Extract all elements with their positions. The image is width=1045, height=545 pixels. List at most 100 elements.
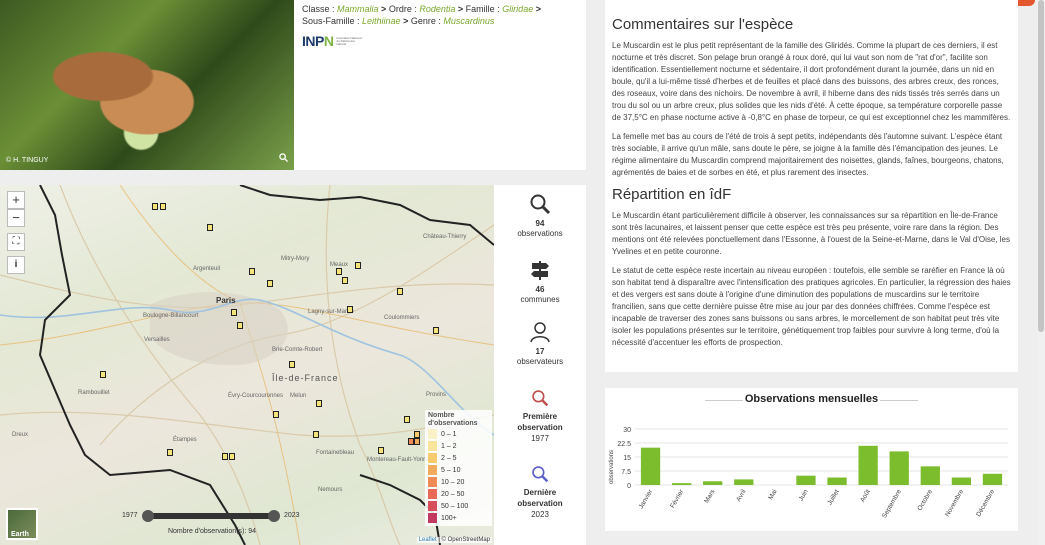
bar <box>640 447 661 485</box>
legend-label: 20 – 50 <box>441 490 465 498</box>
sousfamille-link[interactable]: Leithiinae <box>362 16 401 26</box>
observation-square[interactable] <box>249 268 255 275</box>
observateurs-label: observateurs <box>516 357 564 366</box>
legend-swatch <box>428 429 437 439</box>
derniere-year: 2023 <box>531 510 549 519</box>
legend-row: 0 – 1 <box>428 428 489 440</box>
y-tick-label: 22.5 <box>617 441 631 448</box>
earth-layer-button[interactable]: Earth <box>6 508 38 540</box>
city-label: Montereau-Fault-Yonne <box>367 457 430 463</box>
legend-row: 100+ <box>428 512 489 524</box>
x-tick-label: Octobre <box>916 488 934 512</box>
observation-square[interactable] <box>355 262 361 269</box>
taxonomy-card: Classe : Mammalia > Ordre : Rodentia > F… <box>294 0 586 170</box>
communes-label: communes <box>520 295 560 304</box>
observation-square[interactable] <box>231 309 237 316</box>
observation-square[interactable] <box>267 280 273 287</box>
observation-square[interactable] <box>229 453 235 460</box>
observation-square[interactable] <box>347 306 353 313</box>
observation-square[interactable] <box>237 322 243 329</box>
observation-square[interactable] <box>404 416 410 423</box>
premiere-year: 1977 <box>531 434 549 443</box>
observation-square[interactable] <box>313 431 319 438</box>
legend-swatch <box>428 489 437 499</box>
legend-title: Nombre d'observations <box>428 412 478 427</box>
observation-square[interactable] <box>336 268 342 275</box>
observation-square[interactable] <box>414 431 420 438</box>
monthly-bar-chart: 0 7.5 15 22.5 30 observations Janvier Février Ma… <box>609 427 1008 520</box>
premiere-label-2: observation <box>517 423 563 432</box>
observation-square[interactable] <box>167 449 173 456</box>
bar <box>734 479 754 485</box>
zoom-in-button[interactable]: + <box>7 191 25 209</box>
chevron-right-icon: > <box>535 4 541 14</box>
zoom-photo-icon[interactable] <box>279 153 289 165</box>
inpn-logo-link[interactable]: INPN Inventaire National du Patrimoine N… <box>302 33 578 49</box>
observation-square[interactable] <box>397 288 403 295</box>
famille-link[interactable]: Gliridae <box>502 4 533 14</box>
city-label: Versailles <box>144 337 170 343</box>
observation-square[interactable] <box>222 453 228 460</box>
x-tick-label: Juin <box>798 488 810 502</box>
stat-premiere: Première observation 1977 <box>494 389 586 444</box>
inpn-logo-b: N <box>323 33 334 49</box>
city-label: Nemours <box>318 487 343 493</box>
monthly-chart-card: Observations mensuelles 0 7.5 15 22.5 30 obse… <box>605 388 1018 531</box>
bar <box>951 477 972 485</box>
observation-square[interactable] <box>289 361 295 368</box>
zoom-out-button[interactable]: − <box>7 209 25 227</box>
classe-link[interactable]: Mammalia <box>337 4 379 14</box>
observation-square[interactable] <box>160 203 166 210</box>
derniere-label-1: Dernière <box>523 488 557 497</box>
genre-link[interactable]: Muscardinus <box>443 16 494 26</box>
bar <box>796 475 816 485</box>
legend-label: 100+ <box>441 514 457 522</box>
ordre-link[interactable]: Rodentia <box>419 4 455 14</box>
fullscreen-icon[interactable]: ⛶ <box>7 233 25 251</box>
city-label: Coulommiers <box>384 315 420 321</box>
info-icon[interactable]: i <box>7 256 25 274</box>
observation-square[interactable] <box>207 224 213 231</box>
comments-paragraph-2: La femelle met bas au cours de l'été de … <box>612 132 1004 177</box>
observation-square[interactable] <box>342 277 348 284</box>
repartition-title: Répartition en îdF <box>612 186 732 203</box>
legend-swatch <box>428 465 437 475</box>
inpn-logo-a: INP <box>302 33 324 49</box>
year-range-slider[interactable]: 1977 2023 Nombre d'observation(s): 94 <box>118 507 306 537</box>
observation-square[interactable] <box>414 438 420 445</box>
observation-square[interactable] <box>152 203 158 210</box>
slider-track[interactable] <box>146 513 276 519</box>
city-label: Château-Thierry <box>423 234 467 240</box>
y-tick-label: 15 <box>623 455 631 462</box>
species-photo[interactable]: © H. TINGUY <box>0 0 294 170</box>
inpn-tagline: Inventaire National du Patrimoine Nature… <box>336 35 362 46</box>
observateurs-count: 17 <box>535 347 545 356</box>
chevron-right-icon: > <box>403 16 409 26</box>
bar <box>827 477 847 485</box>
legend-row: 50 – 100 <box>428 500 489 512</box>
city-label: Dreux <box>12 432 29 438</box>
city-label: Melun <box>290 393 307 399</box>
legend-row: 20 – 50 <box>428 488 489 500</box>
slider-end-year: 2023 <box>284 512 300 519</box>
leaflet-link[interactable]: Leaflet <box>419 537 437 543</box>
observation-square[interactable] <box>316 400 322 407</box>
legend-row: 10 – 20 <box>428 476 489 488</box>
city-label: Rambouillet <box>78 390 110 396</box>
observation-map[interactable]: Argenteuil Paris Boulogne-Billancourt Me… <box>0 185 494 545</box>
slider-start-year: 1977 <box>122 512 138 519</box>
taxonomy-line-1: Classe : Mammalia > Ordre : Rodentia > F… <box>302 3 578 15</box>
observation-square[interactable] <box>433 327 439 334</box>
slider-count: Nombre d'observation(s): 94 <box>167 528 257 535</box>
observation-square[interactable] <box>273 411 279 418</box>
observation-square[interactable] <box>378 447 384 454</box>
observation-square[interactable] <box>100 371 106 378</box>
city-label: Argenteuil <box>193 266 221 272</box>
scrollbar-thumb[interactable] <box>1038 0 1044 332</box>
bar <box>982 473 1003 485</box>
communes-count: 46 <box>535 285 545 294</box>
page-scrollbar[interactable] <box>1037 0 1045 545</box>
slider-start-handle[interactable] <box>142 510 154 522</box>
slider-end-handle[interactable] <box>268 510 280 522</box>
legend-label: 1 – 2 <box>441 442 457 450</box>
